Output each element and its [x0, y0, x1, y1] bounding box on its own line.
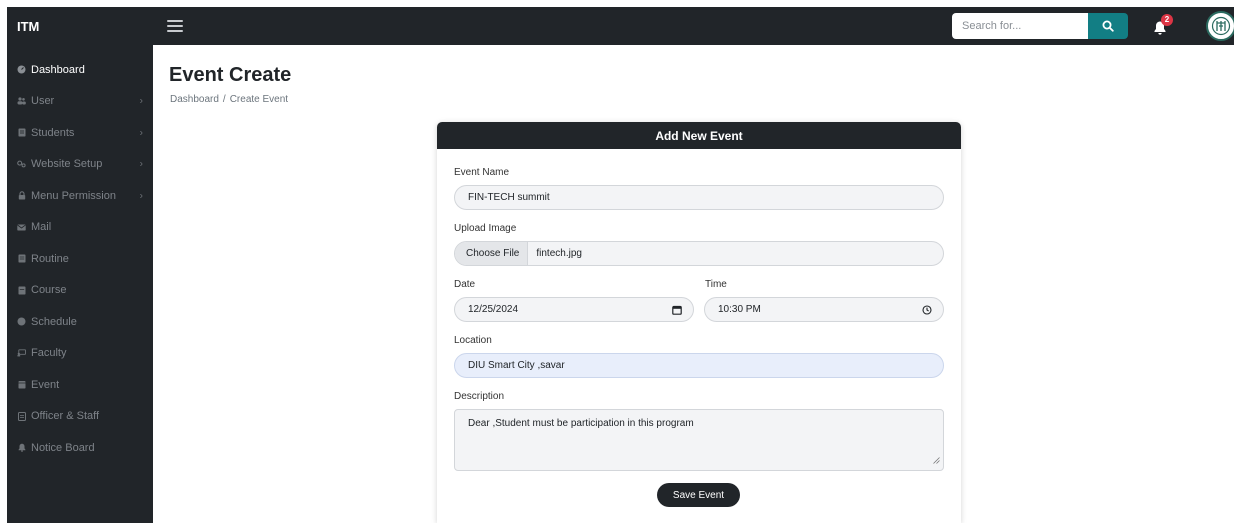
search-form — [952, 13, 1128, 39]
sidebar-item-label: Event — [31, 378, 60, 391]
selected-file-name: fintech.jpg — [536, 248, 582, 259]
sidebar-item-label: Dashboard — [31, 63, 85, 76]
sidebar: Dashboard User › Students › Website Setu… — [7, 45, 153, 523]
sidebar-item-routine[interactable]: Routine — [7, 243, 153, 275]
sidebar-item-label: Faculty — [31, 347, 67, 360]
breadcrumb-separator: / — [222, 94, 226, 105]
chevron-right-icon: › — [139, 127, 143, 139]
students-icon — [17, 128, 26, 137]
routine-icon — [17, 254, 26, 263]
menu-toggle-icon[interactable] — [167, 16, 183, 36]
date-value: 12/25/2024 — [468, 304, 519, 315]
upload-image-label: Upload Image — [454, 223, 517, 234]
sidebar-item-label: Students — [31, 126, 75, 139]
sidebar-item-label: Notice Board — [31, 441, 95, 454]
calendar-icon[interactable] — [672, 305, 682, 315]
sidebar-item-label: Menu Permission — [31, 189, 116, 202]
date-label: Date — [454, 279, 476, 290]
search-icon — [1102, 20, 1114, 32]
sidebar-item-label: Mail — [31, 221, 52, 234]
clock-icon[interactable] — [922, 304, 932, 315]
faculty-icon — [17, 349, 26, 357]
sidebar-item-event[interactable]: Event — [7, 369, 153, 401]
notification-bell[interactable]: 2 — [1153, 14, 1175, 38]
logo-icon — [1211, 16, 1231, 36]
breadcrumb: Dashboard / Create Event — [170, 94, 288, 105]
location-value: DIU Smart City ,savar — [468, 360, 565, 371]
sidebar-item-website-setup[interactable]: Website Setup › — [7, 149, 153, 181]
settings-icon — [17, 160, 26, 168]
description-label: Description — [454, 391, 505, 402]
add-event-card: Add New Event Event Name FIN-TECH summit… — [437, 122, 961, 523]
breadcrumb-home[interactable]: Dashboard — [170, 94, 219, 105]
schedule-icon — [17, 317, 26, 326]
sidebar-item-course[interactable]: Course — [7, 275, 153, 307]
staff-icon — [17, 411, 26, 421]
sidebar-item-menu-permission[interactable]: Menu Permission › — [7, 180, 153, 212]
time-label: Time — [705, 279, 727, 290]
event-icon — [17, 380, 26, 389]
breadcrumb-current: Create Event — [229, 94, 289, 105]
page-title: Event Create — [169, 64, 292, 86]
sidebar-item-dashboard[interactable]: Dashboard — [7, 54, 153, 86]
users-icon — [17, 97, 26, 105]
sidebar-item-label: Course — [31, 284, 67, 297]
card-header: Add New Event — [437, 122, 961, 149]
event-name-value: FIN-TECH summit — [468, 192, 550, 203]
sidebar-item-students[interactable]: Students › — [7, 117, 153, 149]
location-input[interactable]: DIU Smart City ,savar — [454, 353, 944, 378]
sidebar-item-label: Schedule — [31, 315, 77, 328]
chevron-right-icon: › — [139, 190, 143, 202]
date-input[interactable]: 12/25/2024 — [454, 297, 694, 322]
course-icon — [17, 286, 26, 295]
mail-icon — [17, 224, 26, 231]
event-name-input[interactable]: FIN-TECH summit — [454, 185, 944, 210]
time-input[interactable]: 10:30 PM — [704, 297, 944, 322]
description-value: Dear ,Student must be participation in t… — [468, 418, 694, 429]
choose-file-button[interactable]: Choose File — [455, 242, 529, 265]
sidebar-item-label: Routine — [31, 252, 69, 265]
search-input[interactable] — [952, 13, 1088, 39]
sidebar-item-mail[interactable]: Mail — [7, 212, 153, 244]
chevron-right-icon: › — [139, 158, 143, 170]
event-name-label: Event Name — [454, 167, 510, 178]
time-value: 10:30 PM — [718, 304, 761, 315]
sidebar-item-label: Officer & Staff — [31, 410, 100, 423]
sidebar-item-notice-board[interactable]: Notice Board — [7, 432, 153, 464]
upload-image-input[interactable]: Choose File fintech.jpg — [454, 241, 944, 266]
description-textarea[interactable]: Dear ,Student must be participation in t… — [454, 409, 944, 471]
top-navbar: ITM 2 — [7, 7, 1234, 45]
dashboard-icon — [17, 65, 26, 74]
location-label: Location — [454, 335, 492, 346]
search-button[interactable] — [1088, 13, 1128, 39]
lock-icon — [17, 191, 26, 200]
sidebar-item-user[interactable]: User › — [7, 86, 153, 118]
save-event-button[interactable]: Save Event — [657, 483, 740, 507]
notification-badge: 2 — [1161, 14, 1173, 26]
user-avatar[interactable] — [1206, 11, 1234, 41]
sidebar-item-faculty[interactable]: Faculty — [7, 338, 153, 370]
resize-handle-icon[interactable] — [933, 456, 940, 467]
sidebar-item-schedule[interactable]: Schedule — [7, 306, 153, 338]
bell-icon — [17, 443, 26, 453]
sidebar-item-label: User — [31, 95, 55, 108]
sidebar-item-label: Website Setup — [31, 158, 103, 171]
brand-logo[interactable]: ITM — [17, 19, 39, 34]
sidebar-item-officer-staff[interactable]: Officer & Staff — [7, 401, 153, 433]
chevron-right-icon: › — [139, 95, 143, 107]
